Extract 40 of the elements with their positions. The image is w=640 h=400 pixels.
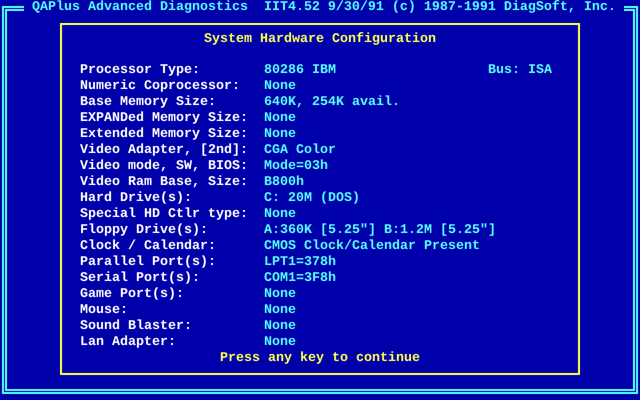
field-value: None	[264, 287, 296, 303]
field-label: Base Memory Size:	[80, 95, 217, 111]
field-value: None	[264, 335, 296, 351]
field-label: Extended Memory Size:	[80, 127, 249, 143]
field-label: Sound Blaster:	[80, 319, 193, 335]
field-value: 80286 IBM	[264, 63, 336, 79]
field-label: EXPANDed Memory Size:	[80, 111, 249, 127]
field-value: Mode=03h	[264, 159, 328, 175]
field-value: COM1=3F8h	[264, 271, 336, 287]
field-value: None	[264, 319, 296, 335]
field-label: Clock / Calendar:	[80, 239, 217, 255]
program-header: QAPlus Advanced Diagnostics IIT4.52 9/30/91 (c) 1987-1991 DiagSoft, Inc.	[24, 0, 624, 16]
field-label: Floppy Drive(s):	[80, 223, 209, 239]
field-value: CGA Color	[264, 143, 336, 159]
field-label: Video Adapter, [2nd]:	[80, 143, 249, 159]
field-value: None	[264, 303, 296, 319]
field-value: 640K, 254K avail.	[264, 95, 400, 111]
field-label: Numeric Coprocessor:	[80, 79, 241, 95]
field-value: C: 20M (DOS)	[264, 191, 360, 207]
field-label: Processor Type:	[80, 63, 201, 79]
field-label: Serial Port(s):	[80, 271, 201, 287]
field-value: None	[264, 111, 296, 127]
field-value: A:360K [5.25"] B:1.2M [5.25"]	[264, 223, 496, 239]
field-label: Video Ram Base, Size:	[80, 175, 249, 191]
dialog-title: System Hardware Configuration	[203, 32, 437, 48]
field-value: LPT1=378h	[264, 255, 336, 271]
field-label: Lan Adapter:	[80, 335, 177, 351]
bus-value: Bus: ISA	[488, 63, 552, 79]
continue-prompt: Press any key to continue	[219, 351, 421, 367]
field-label: Mouse:	[80, 303, 129, 319]
field-label: Parallel Port(s):	[80, 255, 217, 271]
field-value: None	[264, 127, 296, 143]
field-label: Video mode, SW, BIOS:	[80, 159, 249, 175]
field-label: Special HD Ctlr type:	[80, 207, 249, 223]
field-value: B800h	[264, 175, 304, 191]
field-value: CMOS Clock/Calendar Present	[264, 239, 480, 255]
field-value: None	[264, 79, 296, 95]
field-value: None	[264, 207, 296, 223]
field-label: Game Port(s):	[80, 287, 185, 303]
field-label: Hard Drive(s):	[80, 191, 193, 207]
